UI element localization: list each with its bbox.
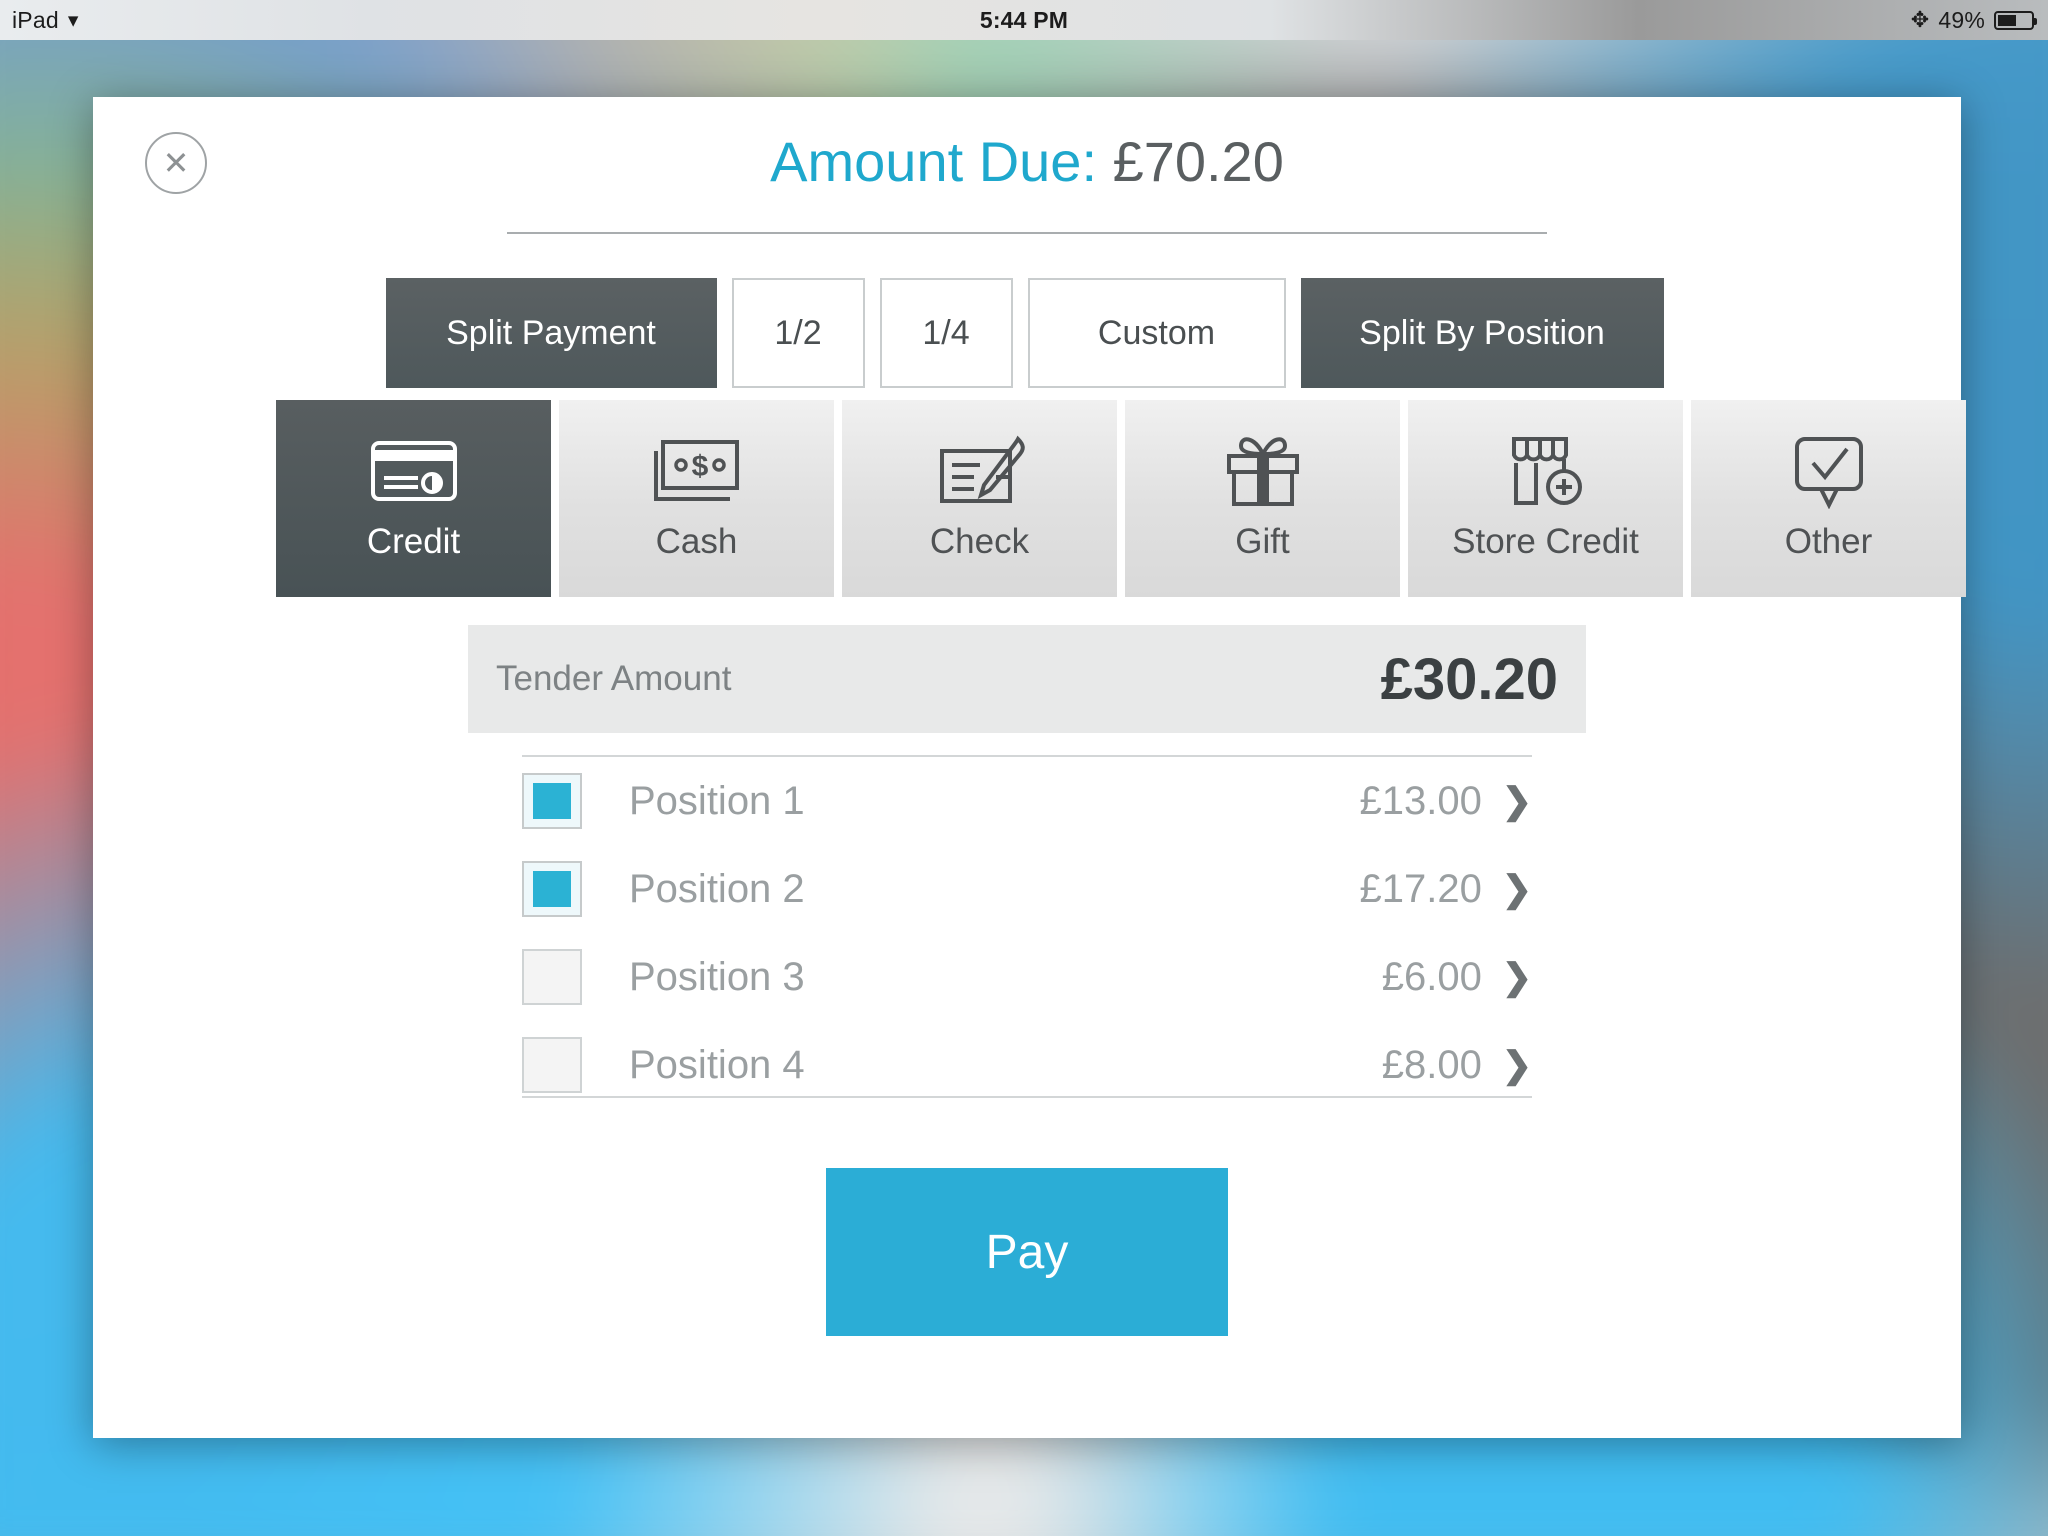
title-divider	[507, 232, 1547, 234]
tender-amount-field[interactable]: Tender Amount £30.20	[468, 625, 1586, 733]
tender-amount-value: £30.20	[1380, 646, 1558, 712]
cash-bills-icon: $	[651, 430, 743, 512]
tab-cash[interactable]: $ Cash	[559, 400, 834, 597]
position-checkbox[interactable]	[522, 861, 582, 917]
list-item[interactable]: Position 4 £8.00 ❯	[522, 1021, 1532, 1098]
battery-percent-label: 49%	[1938, 6, 1985, 33]
chevron-right-icon[interactable]: ❯	[1502, 959, 1532, 995]
amount-due-label: Amount Due:	[770, 130, 1097, 193]
chevron-right-icon[interactable]: ❯	[1502, 1047, 1532, 1083]
battery-icon	[1994, 10, 2037, 30]
payment-method-tabs: Credit $ Cash Check Gift Store Credit Ot…	[276, 400, 1966, 597]
tab-store-credit[interactable]: Store Credit	[1408, 400, 1683, 597]
position-amount: £6.00	[1381, 954, 1482, 999]
amount-due-value: £70.20	[1112, 130, 1284, 193]
ios-status-bar: iPad ▾ 5:44 PM ✥ 49%	[0, 0, 2048, 40]
storefront-plus-icon	[1502, 430, 1590, 512]
tab-label: Cash	[655, 522, 738, 561]
page-title: Amount Due: £70.20	[93, 97, 1961, 194]
split-option-custom[interactable]: Custom	[1027, 278, 1286, 388]
tab-label: Other	[1784, 522, 1873, 561]
position-label: Position 1	[629, 778, 805, 823]
position-amount: £13.00	[1359, 778, 1482, 823]
split-options-row: Split Payment 1/2 1/4 Custom Split By Po…	[385, 278, 1669, 388]
tab-other[interactable]: Other	[1691, 400, 1966, 597]
tab-label: Store Credit	[1452, 522, 1639, 561]
tab-label: Check	[929, 522, 1030, 561]
position-checkbox[interactable]	[522, 949, 582, 1005]
tender-amount-label: Tender Amount	[496, 659, 732, 698]
position-checkbox[interactable]	[522, 773, 582, 829]
list-item[interactable]: Position 2 £17.20 ❯	[522, 845, 1532, 933]
close-icon[interactable]: ✕	[145, 132, 207, 194]
position-list[interactable]: Position 1 £13.00 ❯ Position 2 £17.20 ❯ …	[522, 755, 1532, 1098]
chevron-right-icon[interactable]: ❯	[1502, 783, 1532, 819]
payment-dialog: ✕ Amount Due: £70.20 Split Payment 1/2 1…	[93, 97, 1966, 1438]
split-option-half[interactable]: 1/2	[731, 278, 865, 388]
tab-credit[interactable]: Credit	[276, 400, 551, 597]
position-amount: £8.00	[1381, 1042, 1482, 1087]
list-item[interactable]: Position 1 £13.00 ❯	[522, 757, 1532, 845]
position-amount: £17.20	[1359, 866, 1482, 911]
status-bar-clock: 5:44 PM	[979, 6, 1069, 33]
tab-gift[interactable]: Gift	[1125, 400, 1400, 597]
position-label: Position 2	[629, 866, 805, 911]
status-bar-right: ✥ 49%	[1911, 7, 2048, 34]
split-option-quarter[interactable]: 1/4	[879, 278, 1013, 388]
list-item[interactable]: Position 3 £6.00 ❯	[522, 933, 1532, 1021]
chevron-right-icon[interactable]: ❯	[1502, 871, 1532, 907]
credit-card-icon	[370, 430, 458, 512]
tab-label: Gift	[1235, 522, 1290, 561]
position-label: Position 4	[629, 1042, 805, 1087]
bluetooth-icon: ✥	[1910, 7, 1930, 32]
split-option-split-by-position[interactable]: Split By Position	[1300, 278, 1664, 388]
split-option-split-payment[interactable]: Split Payment	[385, 278, 717, 388]
tab-label: Credit	[366, 522, 461, 561]
speech-bubble-check-icon	[1787, 430, 1871, 512]
position-checkbox[interactable]	[522, 1037, 582, 1093]
position-label: Position 3	[629, 954, 805, 999]
svg-text:$: $	[691, 450, 708, 483]
pay-button[interactable]: Pay	[826, 1168, 1228, 1336]
check-pen-icon	[934, 430, 1026, 512]
tab-check[interactable]: Check	[842, 400, 1117, 597]
list-bottom-divider	[522, 1096, 1532, 1098]
gift-box-icon	[1221, 430, 1305, 512]
